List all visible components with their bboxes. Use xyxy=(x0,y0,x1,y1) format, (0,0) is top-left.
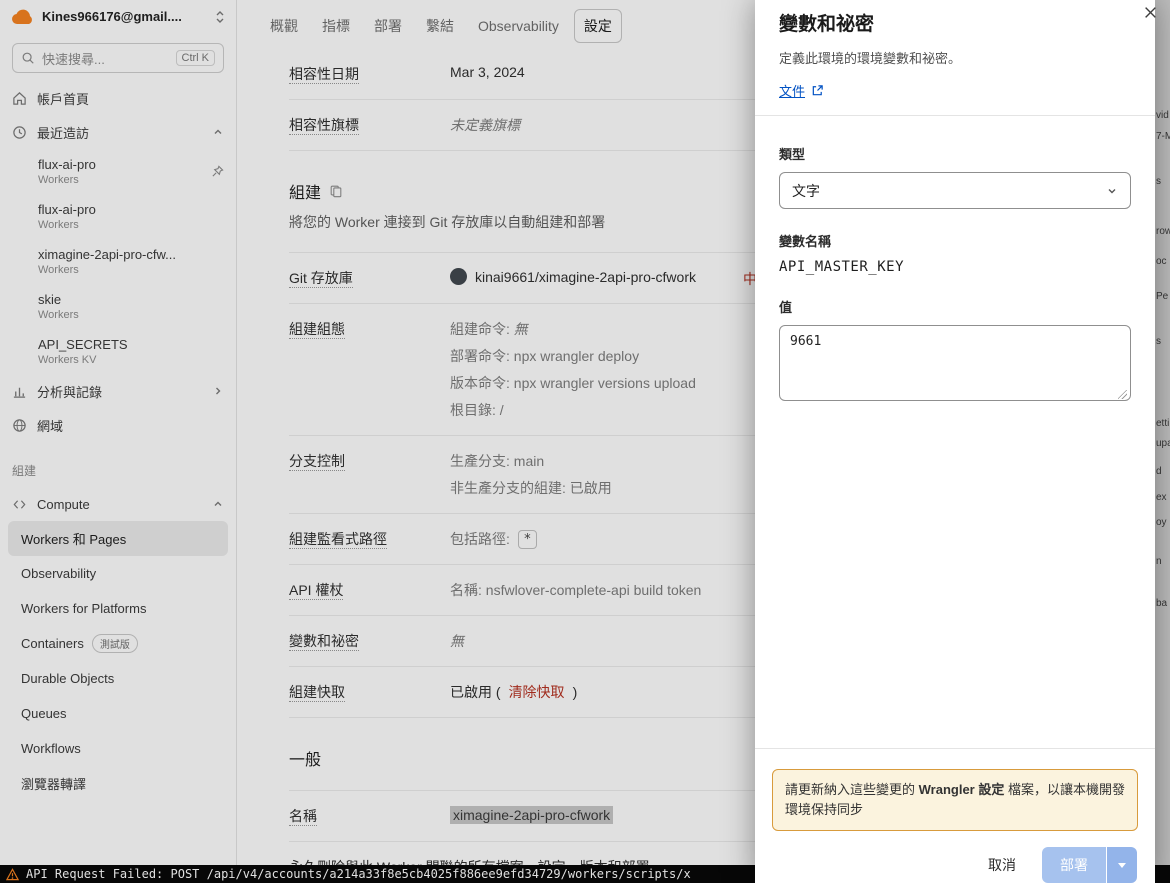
value-textarea-wrap: 9661 xyxy=(779,325,1131,406)
type-label: 類型 xyxy=(779,147,806,162)
drawer-spacer xyxy=(755,406,1155,748)
drawer-header: 變數和祕密 定義此環境的環境變數和祕密。 文件 xyxy=(755,0,1156,115)
dropdown-arrow-icon xyxy=(1118,862,1126,868)
type-select-value: 文字 xyxy=(792,182,820,199)
deploy-split-button: 部署 xyxy=(1042,847,1137,883)
external-link-icon xyxy=(812,85,823,96)
close-icon[interactable] xyxy=(1136,0,1165,27)
documentation-link[interactable]: 文件 xyxy=(779,81,824,100)
deploy-dropdown-button[interactable] xyxy=(1107,847,1137,883)
variables-and-secrets-drawer: 變數和祕密 定義此環境的環境變數和祕密。 文件 類型 文字 變數名稱 API_M… xyxy=(755,0,1156,883)
variable-name-value: API_MASTER_KEY xyxy=(779,259,905,275)
value-textarea[interactable]: 9661 xyxy=(779,325,1131,401)
cancel-button[interactable]: 取消 xyxy=(988,855,1016,875)
wrangler-sync-warning: 請更新納入這些變更的 Wrangler 設定 檔案，以讓本機開發環境保持同步 xyxy=(772,768,1138,831)
drawer-footer-divider xyxy=(755,747,1155,749)
deploy-button[interactable]: 部署 xyxy=(1042,847,1106,883)
drawer-title: 變數和祕密 xyxy=(779,14,875,35)
wrangler-config-bold: Wrangler 設定 xyxy=(918,781,1005,797)
chevron-down-icon xyxy=(1108,188,1116,193)
drawer-description: 定義此環境的環境變數和祕密。 xyxy=(779,51,962,66)
drawer-footer: 取消 部署 xyxy=(755,831,1155,883)
value-label: 值 xyxy=(779,300,793,315)
drawer-form: 類型 文字 變數名稱 API_MASTER_KEY 值 9661 xyxy=(755,116,1155,406)
variable-name-label: 變數名稱 xyxy=(779,234,832,249)
type-select[interactable]: 文字 xyxy=(779,172,1131,209)
